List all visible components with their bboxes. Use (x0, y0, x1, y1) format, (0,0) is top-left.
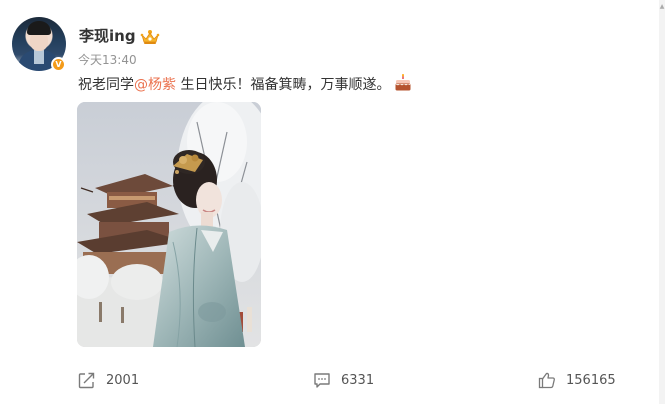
scroll-up-arrow-icon[interactable]: ▲ (659, 4, 665, 10)
avatar-collar (34, 50, 44, 64)
comment-button[interactable]: 6331 (313, 370, 374, 390)
mention-link[interactable]: @杨紫 (134, 77, 176, 93)
cake-icon (395, 74, 411, 91)
verified-badge-icon: V (51, 57, 66, 72)
comment-icon (314, 373, 330, 388)
post-text: 祝老同学@杨紫 生日快乐！福备箕畴，万事顺遂。 (78, 74, 412, 94)
author-name[interactable]: 李现ing (79, 25, 136, 46)
repost-button[interactable]: 2001 (78, 370, 139, 390)
photo-scene (77, 102, 261, 347)
like-count: 156165 (566, 372, 616, 388)
post-text-after: 生日快乐！福备箕畴，万事顺遂。 (176, 77, 391, 93)
repost-icon (78, 372, 95, 389)
post-timestamp[interactable]: 今天13:40 (78, 51, 137, 68)
repost-count: 2001 (106, 372, 140, 388)
avatar-hat (27, 21, 51, 35)
scrollbar[interactable] (659, 0, 665, 404)
post-text-before: 祝老同学 (78, 77, 134, 93)
post-photo[interactable] (77, 102, 261, 347)
comment-count: 6331 (341, 372, 375, 388)
thumbs-up-icon (538, 372, 555, 389)
crown-icon (140, 30, 160, 44)
like-button[interactable]: 156165 (538, 370, 616, 390)
weibo-post-card: V 李现ing 今天13:40 祝老同学@杨紫 生日快乐！福备箕畴，万事顺遂。 (0, 0, 665, 404)
